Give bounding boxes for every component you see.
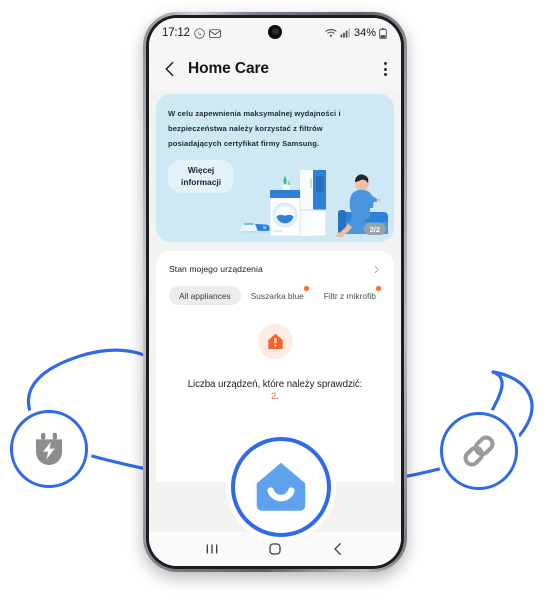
status-bar-left: 17:12 [162, 27, 221, 39]
battery-icon [379, 27, 387, 39]
chip-label: All appliances [179, 290, 231, 301]
home-alert-icon [267, 333, 283, 350]
wifi-icon [325, 29, 337, 37]
link-chain-icon [463, 435, 495, 467]
promo-banner[interactable]: W celu zapewnienia maksymalnej wydajnośc… [156, 94, 394, 242]
chip-filtr-z-mikrofib[interactable]: Filtr z mikrofib [314, 286, 386, 305]
power-plug-badge[interactable] [10, 410, 88, 488]
chevron-left-icon[interactable] [161, 60, 179, 78]
link-badge[interactable] [440, 412, 518, 490]
android-nav-bar [149, 532, 401, 566]
email-icon [208, 28, 221, 38]
screenshot-root: 17:12 34% Home Care W celu zapewnienia m… [0, 0, 550, 600]
smartthings-home-icon [256, 462, 306, 511]
recents-icon[interactable] [204, 541, 220, 557]
warning-count: 2. [271, 391, 279, 402]
camera-punch-hole [268, 25, 282, 39]
page-title: Home Care [188, 60, 269, 77]
whatsapp-icon [194, 27, 205, 39]
warning-block: Liczba urządzeń, które należy sprawdzić:… [169, 324, 381, 402]
warning-message: Liczba urządzeń, które należy sprawdzić: [187, 379, 363, 390]
banner-message: W celu zapewnienia maksymalnej wydajnośc… [168, 109, 341, 148]
chip-label: Filtr z mikrofib [323, 290, 376, 301]
chip-alert-dot [304, 286, 309, 291]
device-status-header[interactable]: Stan mojego urządzenia [169, 264, 381, 274]
battery-percent: 34% [353, 27, 376, 39]
chip-all-appliances[interactable]: All appliances [169, 286, 241, 305]
device-status-label: Stan mojego urządzenia [169, 264, 263, 274]
back-icon[interactable] [330, 541, 346, 557]
more-info-line2: informacji [181, 176, 222, 187]
signal-icon [340, 28, 350, 38]
smartthings-badge[interactable] [231, 437, 331, 537]
chip-label: Suszarka blue [250, 290, 304, 301]
kebab-menu-icon[interactable] [384, 62, 387, 76]
appliance-filter-chips: All appliances Suszarka blue Filtr z mik… [169, 286, 381, 305]
home-icon[interactable] [267, 541, 283, 557]
banner-page-indicator: 2/2 [363, 223, 386, 235]
more-info-line1: Więcej [187, 165, 215, 176]
status-time: 17:12 [162, 27, 190, 39]
power-plug-icon [36, 432, 62, 465]
status-bar-right: 34% [325, 27, 387, 39]
warning-count-suffix: . [276, 391, 279, 402]
warning-icon-circle [257, 324, 293, 359]
status-bar: 17:12 34% [149, 18, 401, 48]
more-info-button[interactable]: Więcej informacji [168, 160, 235, 194]
chip-suszarka-blue[interactable]: Suszarka blue [241, 286, 314, 305]
chip-alert-dot [376, 286, 381, 291]
app-header: Home Care [149, 48, 401, 90]
chevron-right-icon[interactable] [372, 265, 381, 274]
